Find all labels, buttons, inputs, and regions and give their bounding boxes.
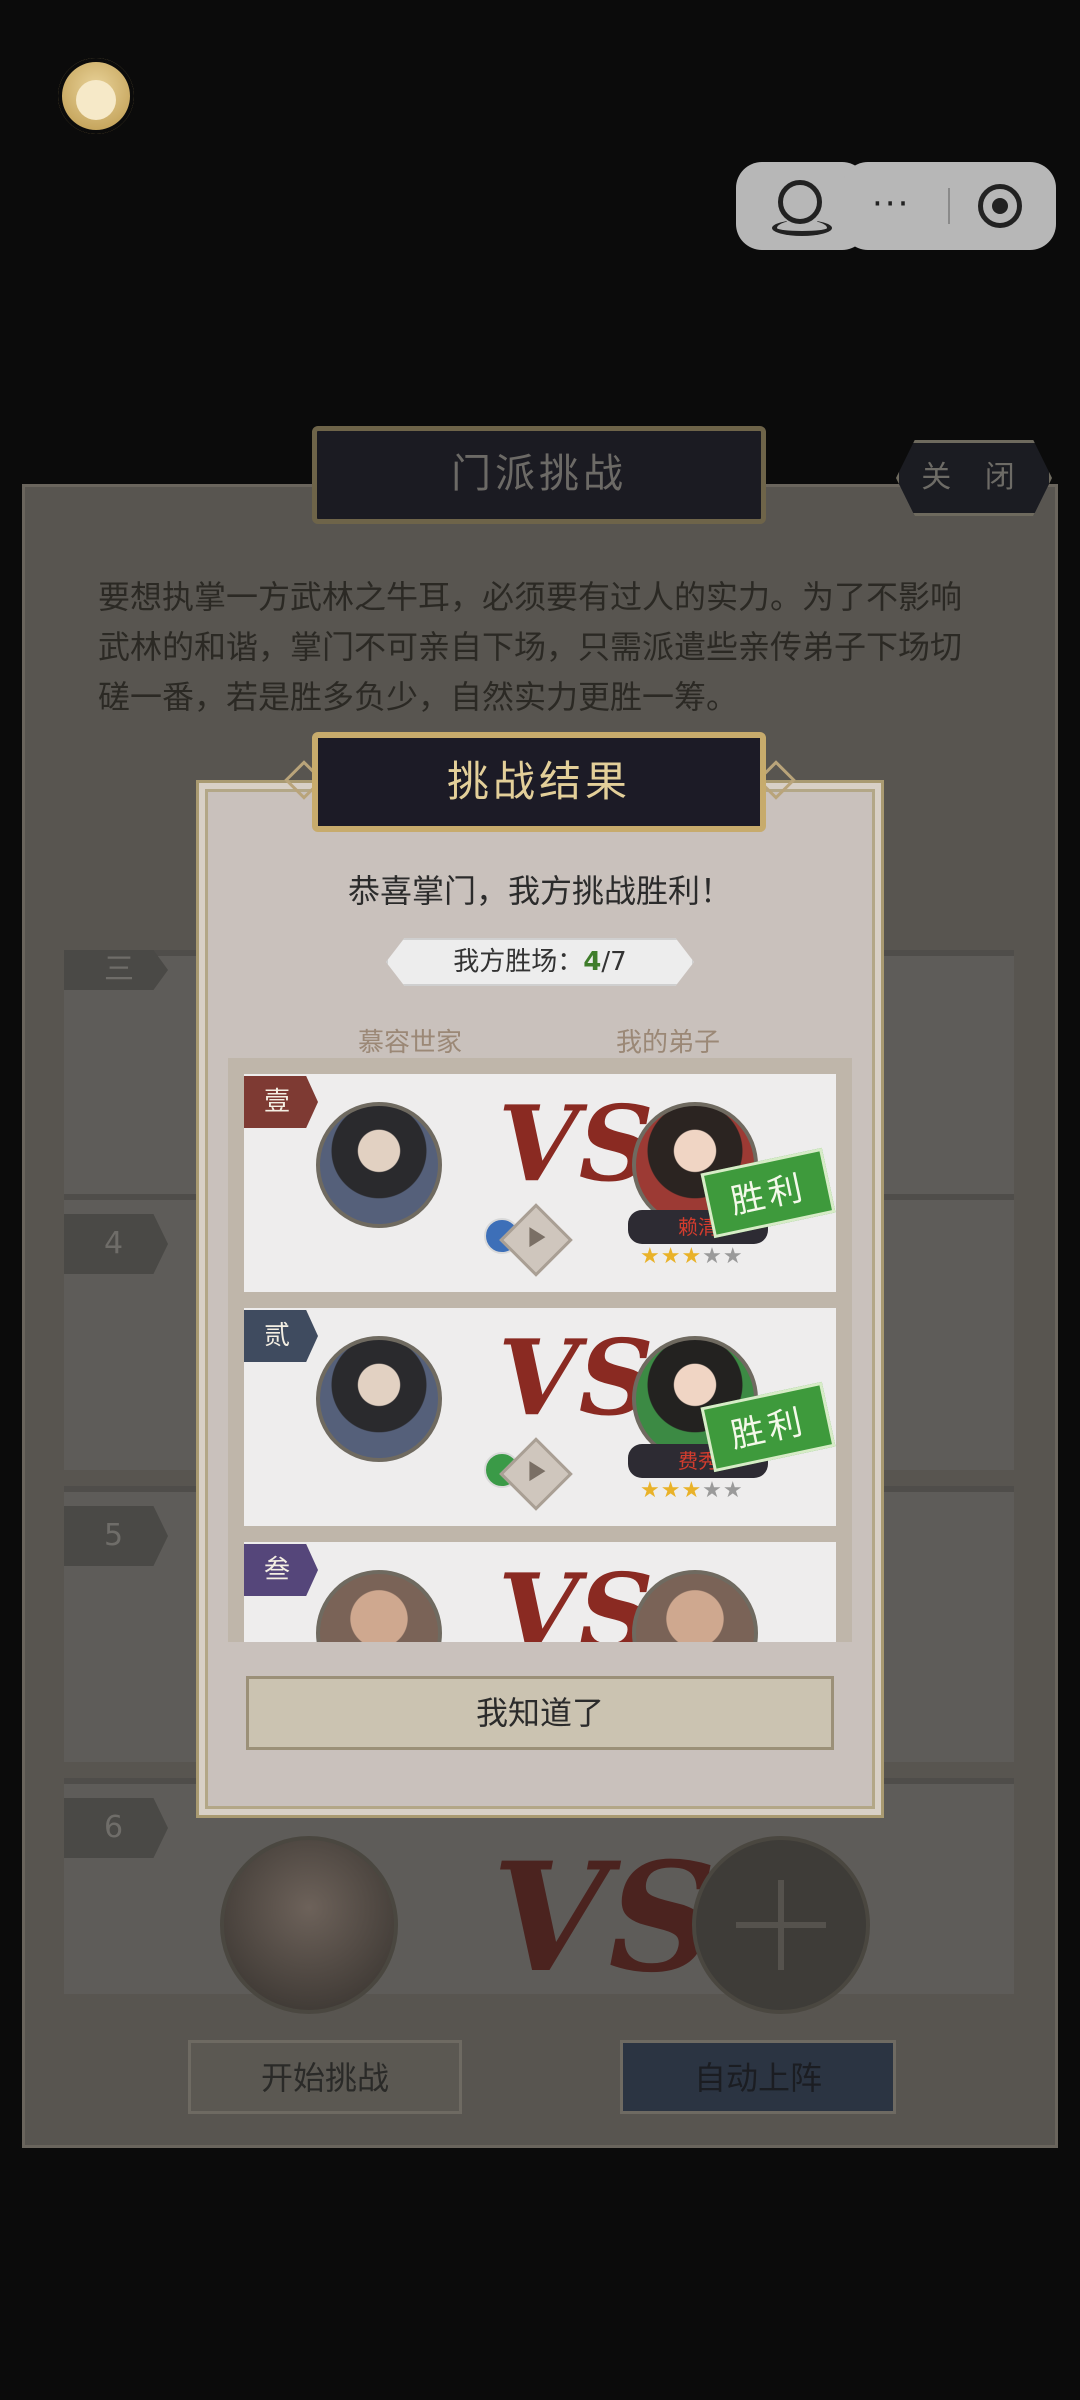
star-rating: ★★★★★ (640, 1480, 744, 1502)
star-rating: ★★★★★ (640, 1246, 744, 1268)
opponent-portrait (316, 1102, 520, 1254)
stars-filled: ★★★ (640, 1478, 703, 1503)
bg-row-tag: 6 (64, 1798, 168, 1858)
stars-empty: ★★ (702, 1478, 744, 1503)
wins-total: /7 (601, 947, 627, 977)
congrats-text: 恭喜掌门，我方挑战胜利！ (347, 872, 732, 910)
vs-mark: VS (498, 1550, 654, 1643)
wins-counter: 我方胜场：4/7 (386, 938, 694, 986)
dialog-title: 挑战结果 (312, 732, 766, 832)
auto-deploy-button[interactable]: 自动上阵 (620, 2040, 896, 2114)
bg-vs-mark: VS (492, 1830, 717, 2006)
rank-tag: 叁 (244, 1544, 318, 1596)
close-button[interactable]: 关 闭 (896, 440, 1052, 516)
person-base (772, 220, 832, 236)
rank-tag: 贰 (244, 1310, 318, 1362)
mine-column-header: 我的弟子 (616, 1028, 721, 1058)
wins-won: 4 (583, 947, 602, 977)
match-list[interactable]: 壹 VS 赖清 ★★★★★ 胜利 贰 VS 费秀 ★★★★★ 胜利 叁 VS (228, 1058, 852, 1642)
rank-tag: 壹 (244, 1076, 318, 1128)
panel-title: 门派挑战 (312, 426, 766, 524)
bg-hero-portrait (220, 1836, 398, 2014)
acknowledge-button[interactable]: 我知道了 (246, 1676, 834, 1750)
start-challenge-button[interactable]: 开始挑战 (188, 2040, 462, 2114)
person-icon (778, 180, 822, 224)
match-row: 叁 VS (244, 1542, 836, 1642)
bun-avatar-icon[interactable] (58, 58, 134, 134)
bg-row-tag: 三 (64, 950, 168, 990)
bg-row-tag: 4 (64, 1214, 168, 1274)
opponent-column-header: 慕容世家 (358, 1028, 463, 1058)
match-row: 壹 VS 赖清 ★★★★★ 胜利 (244, 1074, 836, 1292)
vs-mark: VS (498, 1082, 654, 1205)
panel-description: 要想执掌一方武林之牛耳，必须要有过人的实力。为了不影响武林的和谐，掌门不可亲自下… (98, 578, 963, 716)
stars-empty: ★★ (702, 1244, 744, 1269)
avatar-face (76, 80, 116, 120)
match-row: 贰 VS 费秀 ★★★★★ 胜利 (244, 1308, 836, 1526)
bg-row-tag: 5 (64, 1506, 168, 1566)
more-button[interactable]: ··· (872, 184, 910, 224)
add-disciple-button[interactable] (692, 1836, 870, 2014)
opponent-portrait (316, 1570, 442, 1642)
capsule-menu: ··· (842, 162, 1056, 250)
replay-play-icon[interactable] (499, 1437, 573, 1511)
vs-mark: VS (498, 1316, 654, 1439)
wins-label: 我方胜场： (453, 947, 584, 977)
target-icon[interactable] (978, 184, 1022, 228)
capsule-divider (948, 188, 950, 224)
opponent-portrait (316, 1336, 520, 1488)
stars-filled: ★★★ (640, 1244, 703, 1269)
replay-play-icon[interactable] (499, 1203, 573, 1277)
